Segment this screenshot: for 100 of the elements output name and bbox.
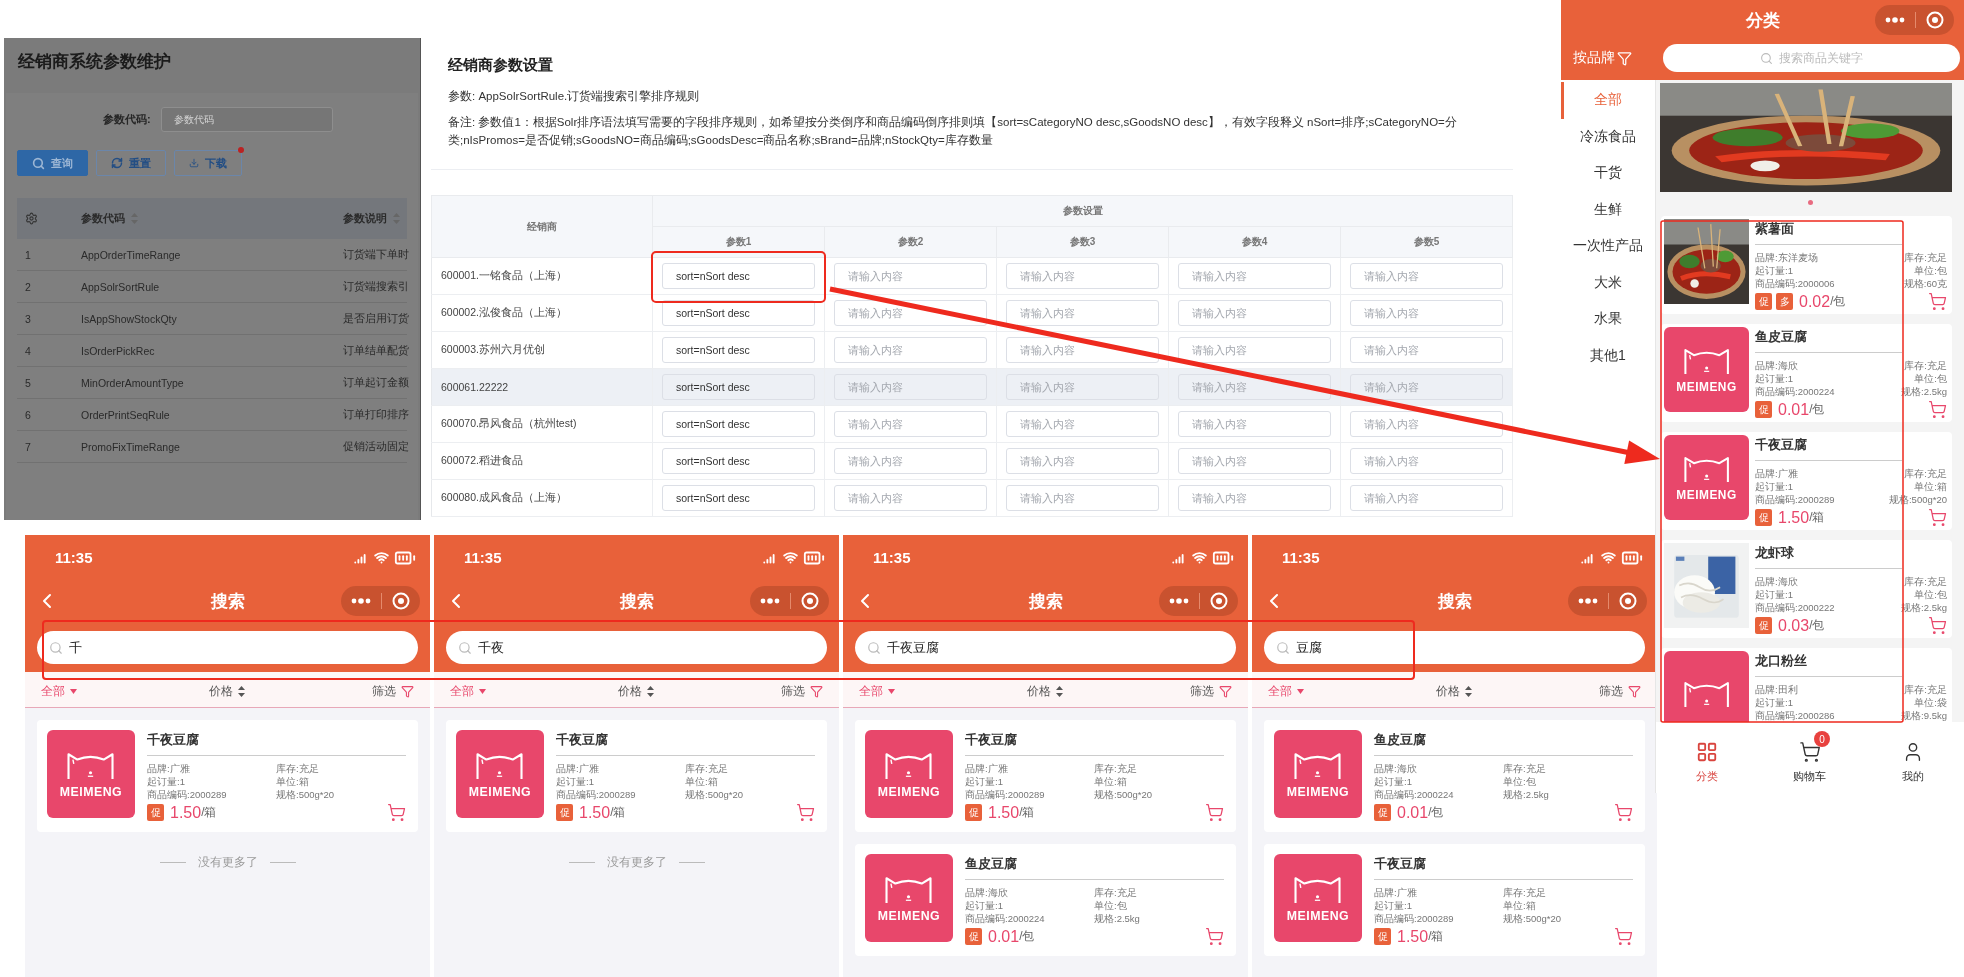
filter-option[interactable]: 筛选 bbox=[781, 683, 823, 700]
filter-option[interactable]: 全部 bbox=[1268, 683, 1304, 700]
search-icon bbox=[49, 640, 63, 655]
tab-item[interactable]: 我的 bbox=[1861, 731, 1964, 784]
filter-option[interactable]: 全部 bbox=[41, 683, 77, 700]
promo-tag: 促 bbox=[965, 804, 982, 821]
table-cell: 600001.一铭食品（上海） bbox=[431, 257, 653, 295]
tab-item[interactable]: 0 购物车 bbox=[1758, 731, 1862, 784]
price-unit: /箱 bbox=[1019, 804, 1035, 821]
category-item[interactable]: 冷冻食品 bbox=[1561, 118, 1655, 155]
input-field[interactable]: sort=nSort desc bbox=[662, 300, 815, 326]
category-item[interactable]: 一次性产品 bbox=[1561, 228, 1655, 265]
sort-icon bbox=[1056, 686, 1064, 697]
filter-icon bbox=[401, 685, 414, 698]
input-field[interactable]: sort=nSort desc bbox=[662, 411, 815, 437]
search-field[interactable]: 千夜豆腐 bbox=[855, 631, 1236, 664]
product-card[interactable]: 紫薯面 品牌:东洋麦场 起订量:1 商品编码:2000006 库存:充足 单位:包 规格:60克 促 多 0.02/包 bbox=[1661, 216, 1952, 314]
cart-icon[interactable] bbox=[1928, 508, 1947, 527]
product-detail: 品牌:广雅 bbox=[965, 762, 1008, 775]
product-detail: 品牌:广雅 bbox=[556, 762, 599, 775]
status-time: 11:35 bbox=[464, 549, 502, 566]
more-icon[interactable] bbox=[1578, 598, 1598, 604]
cart-icon[interactable] bbox=[1614, 803, 1633, 822]
end-of-list-text: 没有更多了 bbox=[606, 854, 667, 871]
product-name: 千夜豆腐 bbox=[147, 730, 406, 756]
target-icon[interactable] bbox=[1619, 592, 1637, 610]
product-card[interactable]: MEIMENG 千夜豆腐 品牌:广雅 起订量:1 商品编码:2000289 库存:充足 单位:箱 规格:500g*20 促 1.50/箱 bbox=[1264, 844, 1645, 956]
more-icon[interactable] bbox=[1885, 17, 1905, 23]
product-card[interactable]: MEIMENG 鱼皮豆腐 品牌:海欣 起订量:1 商品编码:2000224 库存:充足 单位:包 规格:2.5kg 促 0.01/包 bbox=[855, 844, 1236, 956]
input-field[interactable]: sort=nSort desc bbox=[662, 485, 815, 511]
capsule-menu[interactable] bbox=[750, 586, 829, 616]
tab-item[interactable]: 分类 bbox=[1656, 731, 1759, 784]
more-icon[interactable] bbox=[351, 598, 371, 604]
search-field[interactable]: 豆腐 bbox=[1264, 631, 1645, 664]
price: 1.50 bbox=[579, 803, 611, 822]
product-detail: 品牌:海欣 bbox=[1374, 762, 1417, 775]
price: 0.02 bbox=[1799, 292, 1831, 311]
cart-icon[interactable] bbox=[1614, 927, 1633, 946]
search-icon bbox=[1760, 51, 1773, 65]
capsule-menu[interactable] bbox=[341, 586, 420, 616]
table-cell: 是否启用订货 bbox=[343, 311, 409, 326]
filter-icon bbox=[1219, 685, 1232, 698]
target-icon[interactable] bbox=[392, 592, 410, 610]
table-cell-text: IsAppShowStockQty bbox=[81, 312, 178, 325]
category-item[interactable]: 干货 bbox=[1561, 155, 1655, 192]
capsule-menu[interactable] bbox=[1875, 5, 1954, 35]
product-name: 龙虾球 bbox=[1755, 543, 1902, 569]
wifi-icon bbox=[374, 550, 389, 565]
filter-option[interactable]: 全部 bbox=[450, 683, 486, 700]
wifi-icon bbox=[1601, 550, 1616, 565]
column-header: 参数5 bbox=[1340, 226, 1513, 258]
product-detail: 商品编码:2000006 bbox=[1755, 277, 1835, 290]
product-card[interactable]: MEIMENG 千夜豆腐 品牌:广雅 起订量:1 商品编码:2000289 库存:充足 单位:箱 规格:500g*20 促 1.50/箱 bbox=[37, 720, 418, 832]
input-field[interactable]: sort=nSort desc bbox=[662, 337, 815, 363]
column-header: 经销商 bbox=[431, 195, 653, 258]
product-card[interactable]: MEIMENG 鱼皮豆腐 品牌:海欣 起订量:1 商品编码:2000224 库存:充足 单位:包 规格:2.5kg 促 0.01/包 bbox=[1264, 720, 1645, 832]
product-detail: 单位:箱 bbox=[276, 775, 309, 788]
product-detail: 起订量:1 bbox=[1755, 372, 1793, 385]
product-card[interactable]: MEIMENG 千夜豆腐 品牌:广雅 起订量:1 商品编码:2000289 库存:充足 单位:箱 规格:500g*20 促 1.50/箱 bbox=[855, 720, 1236, 832]
product-card[interactable]: MEIMENG 千夜豆腐 品牌:广雅 起订量:1 商品编码:2000289 库存:充足 单位:箱 规格:500g*20 促 1.50/箱 bbox=[446, 720, 827, 832]
more-icon[interactable] bbox=[760, 598, 780, 604]
filter-option[interactable]: 价格 bbox=[1436, 683, 1473, 700]
input-field[interactable]: sort=nSort desc bbox=[662, 263, 815, 289]
column-header: 参数3 bbox=[996, 226, 1169, 258]
product-detail: 商品编码:2000224 bbox=[965, 912, 1045, 925]
input-field[interactable]: 参数代码 bbox=[160, 107, 333, 132]
filter-option[interactable]: 筛选 bbox=[1190, 683, 1232, 700]
cart-icon[interactable] bbox=[1928, 292, 1947, 311]
category-item[interactable]: 生鲜 bbox=[1561, 191, 1655, 228]
grid-icon bbox=[1696, 741, 1719, 763]
input-field[interactable]: sort=nSort desc bbox=[662, 374, 815, 400]
filter-option[interactable]: 筛选 bbox=[372, 683, 414, 700]
search-field[interactable]: 千 bbox=[37, 631, 418, 664]
cart-icon[interactable] bbox=[1205, 803, 1224, 822]
target-icon[interactable] bbox=[1926, 11, 1944, 29]
search-field[interactable]: 千夜 bbox=[446, 631, 827, 664]
filter-option[interactable]: 筛选 bbox=[1599, 683, 1641, 700]
cart-icon[interactable] bbox=[1205, 927, 1224, 946]
filter-option[interactable]: 价格 bbox=[1027, 683, 1064, 700]
cart-icon[interactable] bbox=[387, 803, 406, 822]
input-field[interactable]: sort=nSort desc bbox=[662, 448, 815, 474]
filter-option[interactable]: 全部 bbox=[859, 683, 895, 700]
category-item[interactable]: 大米 bbox=[1561, 264, 1655, 301]
filter-option[interactable]: 价格 bbox=[209, 683, 246, 700]
capsule-menu[interactable] bbox=[1159, 586, 1238, 616]
target-icon[interactable] bbox=[1210, 592, 1228, 610]
promo-tag: 促 bbox=[1374, 804, 1391, 821]
product-detail: 库存:充足 bbox=[1904, 575, 1947, 588]
table-cell-text: IsOrderPickRec bbox=[81, 344, 156, 357]
more-icon[interactable] bbox=[1169, 598, 1189, 604]
cart-icon[interactable] bbox=[1928, 400, 1947, 419]
product-detail: 商品编码:2000289 bbox=[965, 788, 1045, 801]
target-icon[interactable] bbox=[801, 592, 819, 610]
cart-icon[interactable] bbox=[1928, 616, 1947, 635]
cart-icon[interactable] bbox=[796, 803, 815, 822]
filter-option[interactable]: 价格 bbox=[618, 683, 655, 700]
category-item[interactable]: 水果 bbox=[1561, 301, 1655, 338]
settings-icon[interactable] bbox=[25, 212, 38, 225]
category-item[interactable]: 其他1 bbox=[1561, 337, 1655, 374]
capsule-menu[interactable] bbox=[1568, 586, 1647, 616]
